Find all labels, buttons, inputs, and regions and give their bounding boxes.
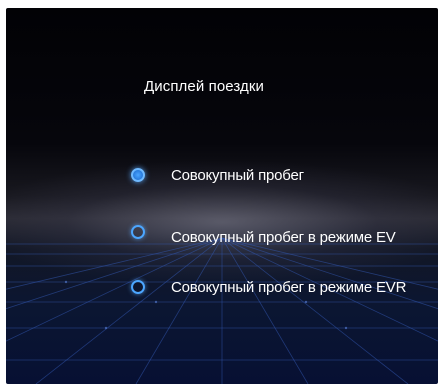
radio-unselected-icon[interactable]	[131, 280, 145, 294]
page-title: Дисплей поездки	[144, 78, 265, 95]
option-label: Совокупный пробег в режиме EV	[171, 228, 396, 246]
option-total-mileage-evr[interactable]: Совокупный пробег в режиме EVR	[131, 275, 406, 299]
trip-display-screen: Дисплей поездки Совокупный пробег Совоку…	[6, 8, 438, 384]
radio-selected-icon[interactable]	[131, 168, 145, 182]
option-label: Совокупный пробег	[171, 166, 304, 184]
option-total-mileage[interactable]: Совокупный пробег	[131, 163, 304, 187]
option-total-mileage-ev[interactable]: Совокупный пробег в режиме EV	[131, 225, 396, 249]
radio-unselected-icon[interactable]	[131, 225, 145, 239]
option-label: Совокупный пробег в режиме EVR	[171, 278, 407, 296]
grid-floor-background	[6, 237, 438, 384]
